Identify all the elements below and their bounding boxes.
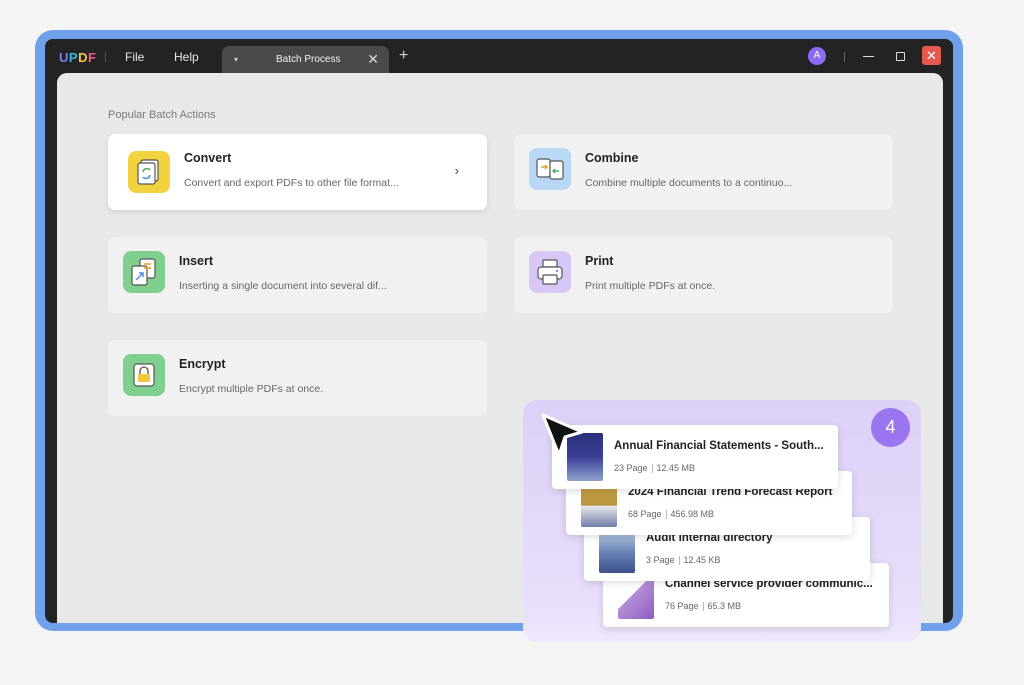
print-action-card[interactable]: Print Print multiple PDFs at once. — [514, 237, 893, 313]
title-bar: UPDF File Help ▾ Batch Process ✕ + A ✕ — [45, 39, 953, 75]
card-title: Insert — [179, 254, 214, 268]
file-meta: 68 Page 456.98 MB — [628, 509, 715, 520]
card-description: Inserting a single document into several… — [179, 280, 387, 292]
encrypt-action-card[interactable]: Encrypt Encrypt multiple PDFs at once. — [108, 340, 487, 416]
menu-file[interactable]: File — [125, 50, 144, 64]
file-meta: 23 Page 12.45 MB — [614, 463, 696, 474]
file-pages: 68 Page — [628, 509, 662, 519]
insert-action-card[interactable]: Insert Inserting a single document into … — [108, 237, 487, 313]
close-tab-icon[interactable]: ✕ — [367, 51, 379, 68]
combine-action-card[interactable]: Combine Combine multiple documents to a … — [514, 134, 893, 210]
card-description: Combine multiple documents to a continuo… — [585, 177, 793, 189]
chevron-right-icon[interactable]: › — [455, 163, 459, 178]
print-icon — [529, 251, 571, 293]
combine-icon — [529, 148, 571, 190]
file-size: 456.98 MB — [670, 509, 715, 519]
updf-logo: UPDF — [59, 50, 96, 65]
card-title: Convert — [184, 151, 232, 165]
close-window-button[interactable]: ✕ — [922, 46, 941, 65]
divider — [105, 52, 106, 62]
card-description: Encrypt multiple PDFs at once. — [179, 383, 324, 395]
minimize-icon[interactable] — [863, 56, 874, 57]
new-tab-button[interactable]: + — [399, 47, 408, 65]
convert-action-card[interactable]: Convert Convert and export PDFs to other… — [108, 134, 487, 210]
pointer-cursor-icon — [541, 413, 584, 457]
insert-icon — [123, 251, 165, 293]
logo-letter: F — [87, 50, 97, 65]
file-pages: 76 Page — [665, 601, 699, 611]
avatar[interactable]: A — [808, 47, 826, 65]
logo-letter: U — [59, 50, 69, 65]
selection-count-badge: 4 — [871, 408, 910, 447]
file-size: 12.45 KB — [683, 555, 721, 565]
tab-batch-process[interactable]: ▾ Batch Process ✕ — [222, 46, 389, 75]
card-title: Encrypt — [179, 357, 226, 371]
file-pages: 23 Page — [614, 463, 648, 473]
convert-icon — [128, 151, 170, 193]
file-meta: 76 Page 65.3 MB — [665, 601, 742, 612]
card-description: Convert and export PDFs to other file fo… — [184, 177, 399, 189]
tab-label: Batch Process — [276, 54, 341, 65]
file-pages: 3 Page — [646, 555, 675, 565]
logo-letter: P — [68, 50, 79, 65]
logo-letter: D — [78, 50, 88, 65]
file-item[interactable]: Annual Financial Statements - South... 2… — [552, 425, 838, 489]
file-meta: 3 Page 12.45 KB — [646, 555, 721, 566]
menu-help[interactable]: Help — [174, 50, 199, 64]
card-description: Print multiple PDFs at once. — [585, 280, 716, 292]
file-name: Annual Financial Statements - South... — [614, 440, 824, 452]
file-size: 65.3 MB — [707, 601, 742, 611]
maximize-icon[interactable] — [896, 52, 905, 61]
card-title: Combine — [585, 151, 639, 165]
chevron-down-icon[interactable]: ▾ — [234, 55, 238, 64]
section-title: Popular Batch Actions — [108, 109, 216, 121]
file-size: 12.45 MB — [656, 463, 696, 473]
divider — [844, 52, 845, 62]
card-title: Print — [585, 254, 614, 268]
lock-icon — [123, 354, 165, 396]
